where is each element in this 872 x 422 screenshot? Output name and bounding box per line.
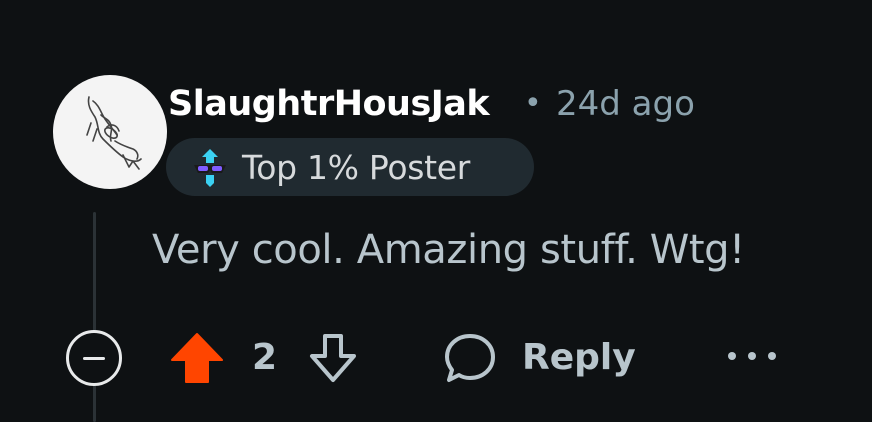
meta-separator: • <box>524 86 542 121</box>
downvote-arrow-icon[interactable] <box>304 330 362 386</box>
more-dots-icon[interactable] <box>728 336 776 376</box>
collapse-minus-icon[interactable] <box>66 330 122 386</box>
thread-line[interactable] <box>93 212 96 422</box>
username-link[interactable]: SlaughtrHousJak <box>168 80 490 128</box>
upvote-arrow-icon[interactable] <box>168 330 226 386</box>
comment-timestamp[interactable]: 24d ago <box>556 80 695 128</box>
avatar[interactable] <box>53 75 167 189</box>
reply-chat-bubble-icon <box>442 330 498 386</box>
vote-score: 2 <box>252 337 278 378</box>
reply-label: Reply <box>522 337 636 378</box>
reply-button[interactable]: Reply <box>442 326 642 390</box>
comment-body: Very cool. Amazing stuff. Wtg! <box>152 227 745 273</box>
avatar-sketch-icon <box>86 96 142 170</box>
top-poster-badge-icon <box>188 145 232 189</box>
user-flair-badge: Top 1% Poster <box>166 138 534 196</box>
comment: SlaughtrHousJak • 24d ago Top 1% Poster … <box>0 0 872 422</box>
flair-label: Top 1% Poster <box>242 147 471 187</box>
